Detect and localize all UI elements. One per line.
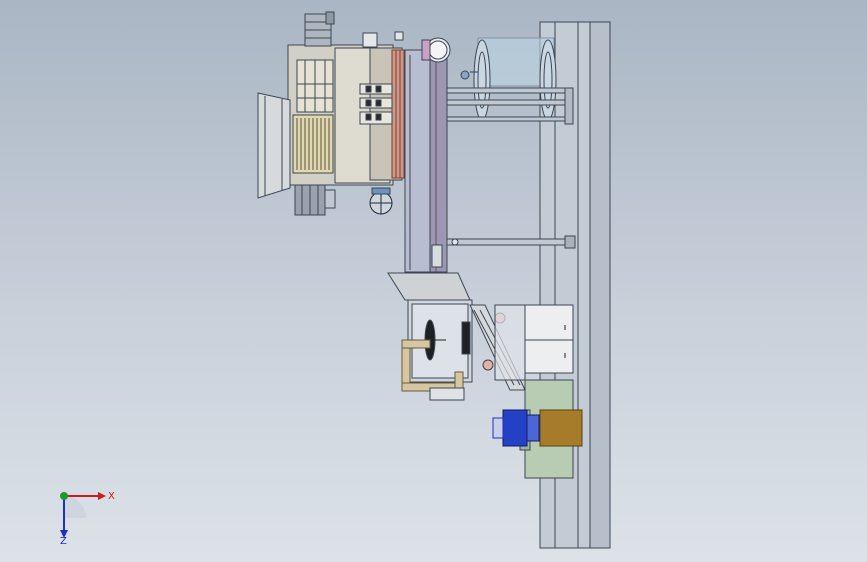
lower-housing-motor[interactable]: [294, 184, 336, 216]
brown-block[interactable]: [539, 409, 583, 447]
orientation-triad[interactable]: X Z: [48, 482, 118, 544]
top-motor[interactable]: [304, 11, 335, 47]
feed-hopper[interactable]: [257, 92, 291, 199]
cad-viewport[interactable]: X Z: [0, 0, 867, 562]
control-cabinet[interactable]: [494, 304, 574, 381]
top-pulley[interactable]: [421, 37, 451, 63]
transparent-drum[interactable]: [460, 37, 557, 121]
triad-plane: [64, 496, 86, 518]
cad-assembly-model[interactable]: [0, 0, 867, 562]
blue-motor[interactable]: [492, 409, 540, 447]
x-axis-arrowhead: [98, 492, 106, 500]
discharge-chute[interactable]: [387, 272, 471, 301]
x-axis-label: X: [108, 491, 115, 502]
hand-wheel[interactable]: [369, 187, 393, 215]
vertical-column[interactable]: [404, 49, 448, 273]
z-axis-label: Z: [60, 536, 67, 544]
upper-housing[interactable]: [287, 44, 405, 186]
y-axis-dot: [60, 492, 68, 500]
